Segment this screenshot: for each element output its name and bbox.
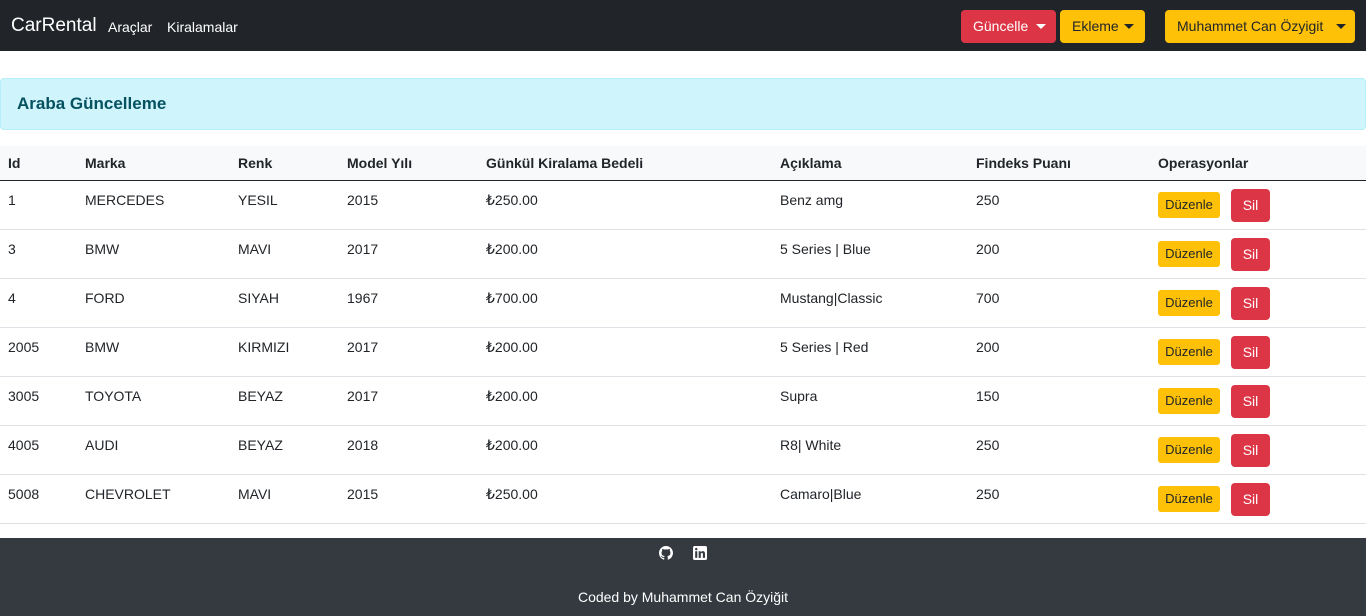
cell-findeks: 200: [976, 241, 1000, 257]
add-dropdown-label: Ekleme: [1072, 18, 1119, 34]
cell-brand: BMW: [85, 339, 120, 355]
cell-description: 5 Series | Blue: [780, 241, 871, 257]
cell-description: Supra: [780, 388, 818, 404]
add-dropdown-button[interactable]: Ekleme: [1060, 10, 1145, 43]
cell-color: BEYAZ: [238, 437, 283, 453]
cell-brand: AUDI: [85, 437, 119, 453]
table-row: 2005 BMW KIRMIZI 2017 ₺200.00 5 Series | Red 2…: [0, 328, 1366, 377]
column-header-description: Açıklama: [780, 155, 842, 171]
column-header-daily-price: Günkül Kiralama Bedeli: [486, 155, 644, 171]
delete-button[interactable]: Sil: [1231, 434, 1270, 467]
edit-button[interactable]: Düzenle: [1158, 437, 1220, 463]
user-dropdown-label: Muhammet Can Özyigit: [1177, 18, 1324, 34]
linkedin-icon[interactable]: [693, 546, 707, 560]
cell-description: R8| White: [780, 437, 842, 453]
cell-brand: FORD: [85, 290, 125, 306]
delete-button[interactable]: Sil: [1231, 385, 1270, 418]
cell-brand: CHEVROLET: [85, 486, 171, 502]
column-header-brand: Marka: [85, 155, 126, 171]
brand-logo[interactable]: CarRental: [11, 15, 97, 37]
cell-color: MAVI: [238, 241, 272, 257]
page-title: Araba Güncelleme: [17, 94, 167, 113]
edit-button[interactable]: Düzenle: [1158, 486, 1220, 512]
cell-daily-price: ₺700.00: [486, 290, 538, 306]
cell-color: BEYAZ: [238, 388, 283, 404]
cell-findeks: 700: [976, 290, 1000, 306]
cell-color: YESIL: [238, 192, 278, 208]
cell-description: Benz amg: [780, 192, 844, 208]
cell-findeks: 200: [976, 339, 1000, 355]
table-row: 4 FORD SIYAH 1967 ₺700.00 Mustang|Classic 700 D…: [0, 279, 1366, 328]
cell-model-year: 2018: [347, 437, 379, 453]
cell-description: Mustang|Classic: [780, 290, 883, 306]
footer-credit: Coded by Muhammet Can Özyiğit: [577, 589, 789, 605]
footer: Coded by Muhammet Can Özyiğit: [0, 538, 1366, 616]
cell-model-year: 2017: [347, 339, 379, 355]
nav-link-rentals[interactable]: Kiralamalar: [167, 19, 238, 36]
cell-model-year: 1967: [347, 290, 379, 306]
cell-id: 2005: [8, 339, 40, 355]
delete-button[interactable]: Sil: [1231, 483, 1270, 516]
cell-model-year: 2015: [347, 192, 379, 208]
table-row: 3005 TOYOTA BEYAZ 2017 ₺200.00 Supra 150 Düzenl…: [0, 377, 1366, 426]
cell-model-year: 2017: [347, 388, 379, 404]
cell-daily-price: ₺250.00: [486, 192, 538, 208]
column-header-findeks: Findeks Puanı: [976, 155, 1071, 171]
cell-daily-price: ₺200.00: [486, 388, 538, 404]
column-header-id: Id: [8, 155, 21, 171]
cell-brand: TOYOTA: [85, 388, 142, 404]
cell-model-year: 2017: [347, 241, 379, 257]
column-header-color: Renk: [238, 155, 273, 171]
table-header: Id Marka Renk Model Yılı Günkül Kiralama…: [0, 146, 1366, 181]
delete-button[interactable]: Sil: [1231, 287, 1270, 320]
edit-button[interactable]: Düzenle: [1158, 241, 1220, 267]
cell-daily-price: ₺200.00: [486, 339, 538, 355]
table-row: 1 MERCEDES YESIL 2015 ₺250.00 Benz amg 250 Düze…: [0, 181, 1366, 230]
cell-model-year: 2015: [347, 486, 379, 502]
column-header-model-year: Model Yılı: [347, 155, 413, 171]
cell-findeks: 150: [976, 388, 1000, 404]
update-dropdown-button[interactable]: Güncelle: [961, 10, 1056, 43]
caret-down-icon: [1336, 24, 1346, 29]
navbar: CarRental Araçlar Kiralamalar Güncelle E…: [0, 0, 1366, 51]
cell-id: 5008: [8, 486, 40, 502]
cell-daily-price: ₺200.00: [486, 241, 538, 257]
table-row: 4005 AUDI BEYAZ 2018 ₺200.00 R8| White 250 Düze…: [0, 426, 1366, 475]
edit-button[interactable]: Düzenle: [1158, 388, 1220, 414]
cell-description: Camaro|Blue: [780, 486, 862, 502]
cell-daily-price: ₺200.00: [486, 437, 538, 453]
cell-id: 4: [8, 290, 16, 306]
user-dropdown-button[interactable]: Muhammet Can Özyigit: [1165, 10, 1355, 43]
github-icon[interactable]: [659, 546, 673, 560]
delete-button[interactable]: Sil: [1231, 189, 1270, 222]
update-dropdown-label: Güncelle: [973, 18, 1029, 34]
cell-findeks: 250: [976, 192, 1000, 208]
cell-findeks: 250: [976, 486, 1000, 502]
cell-brand: MERCEDES: [85, 192, 165, 208]
edit-button[interactable]: Düzenle: [1158, 192, 1220, 218]
cell-color: KIRMIZI: [238, 339, 290, 355]
cell-id: 3: [8, 241, 16, 257]
edit-button[interactable]: Düzenle: [1158, 290, 1220, 316]
table-row: 3 BMW MAVI 2017 ₺200.00 5 Series | Blue 200 Düz…: [0, 230, 1366, 279]
cell-daily-price: ₺250.00: [486, 486, 538, 502]
delete-button[interactable]: Sil: [1231, 238, 1270, 271]
column-header-operations: Operasyonlar: [1158, 155, 1249, 171]
caret-down-icon: [1124, 24, 1134, 29]
table-row: 5008 CHEVROLET MAVI 2015 ₺250.00 Camaro|Blue 2…: [0, 475, 1366, 524]
caret-down-icon: [1036, 24, 1046, 29]
cell-description: 5 Series | Red: [780, 339, 869, 355]
delete-button[interactable]: Sil: [1231, 336, 1270, 369]
cell-color: MAVI: [238, 486, 272, 502]
page-title-alert: Araba Güncelleme: [0, 78, 1366, 130]
cell-color: SIYAH: [238, 290, 279, 306]
nav-link-cars[interactable]: Araçlar: [108, 19, 152, 36]
cell-id: 3005: [8, 388, 40, 404]
edit-button[interactable]: Düzenle: [1158, 339, 1220, 365]
cell-id: 1: [8, 192, 16, 208]
cell-brand: BMW: [85, 241, 120, 257]
cell-findeks: 250: [976, 437, 1000, 453]
cell-id: 4005: [8, 437, 40, 453]
